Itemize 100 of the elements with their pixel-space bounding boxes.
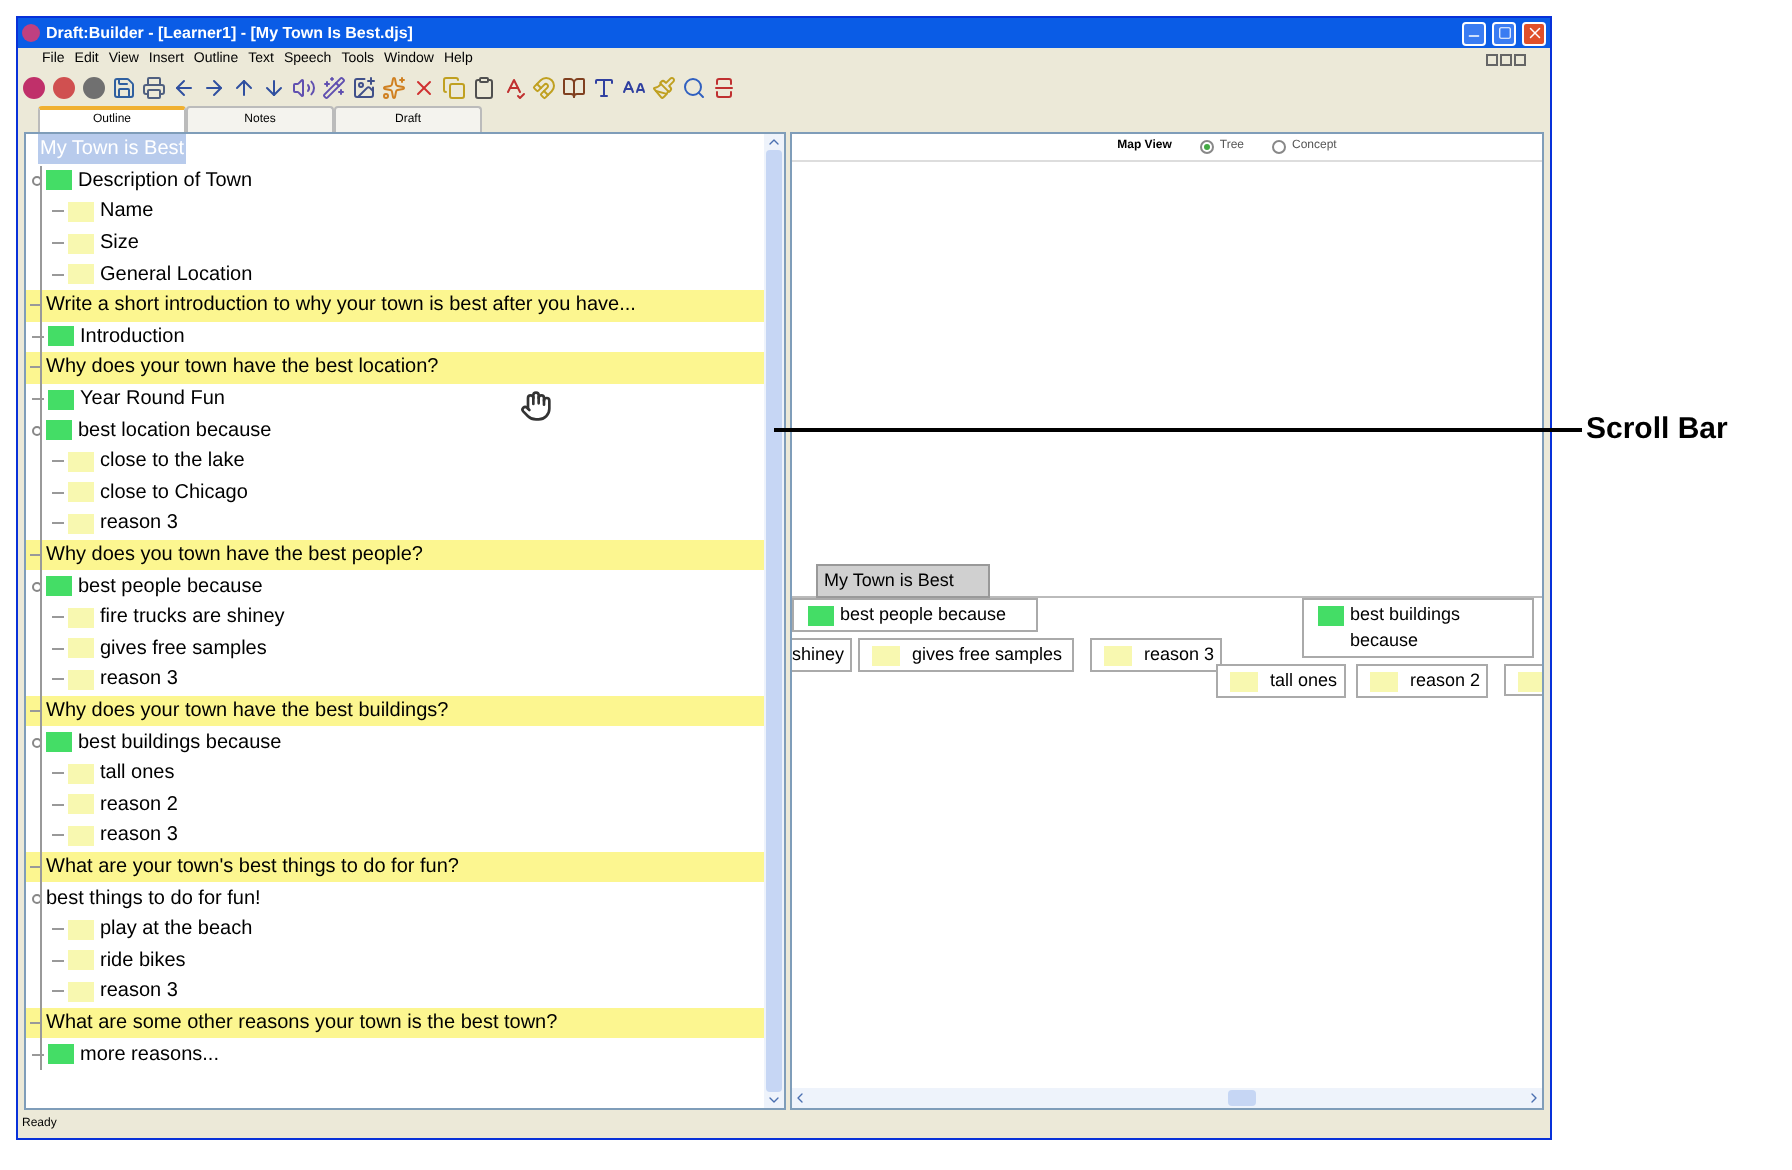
arrow-down-icon[interactable] [262,76,286,100]
vertical-scrollbar[interactable] [764,134,784,1108]
map-node[interactable]: shiney [792,638,853,672]
outline-item[interactable]: Year Round Fun [80,384,225,415]
arrow-up-icon[interactable] [232,76,256,100]
outline-item[interactable]: reason 3 [100,820,178,851]
map-node[interactable]: best people because [792,598,1038,632]
note-icon [68,264,94,285]
map-node[interactable]: reason 2 [1356,664,1489,698]
topic-icon [48,1044,74,1065]
note-icon [872,646,900,666]
minimize-button[interactable] [1462,21,1486,45]
note-icon [68,513,94,534]
outline-item[interactable]: Size [100,228,139,259]
map-node[interactable]: tall ones [1216,664,1346,698]
scroll-up-icon[interactable] [766,134,782,150]
topic-icon [46,170,72,191]
close-icon [1525,24,1543,42]
outline-item[interactable]: fire trucks are shiney [100,602,285,633]
outline-item[interactable]: reason 3 [100,976,178,1007]
outline-item[interactable]: more reasons... [80,1039,219,1070]
note-icon [68,950,94,971]
outline-item[interactable]: close to the lake [100,446,245,477]
topic-icon [46,732,72,753]
search-icon[interactable] [682,76,706,100]
close-button[interactable] [1522,21,1546,45]
outline-item[interactable]: reason 3 [100,664,178,695]
outline-item[interactable]: best things to do for fun! [46,883,261,914]
topic-icon [1318,606,1344,626]
note-icon [1370,672,1398,692]
note-icon [1518,672,1542,692]
scroll-right-icon[interactable] [1526,1090,1542,1106]
outline-item[interactable]: reason 2 [100,789,178,820]
printer-icon[interactable] [142,76,166,100]
outline-item[interactable]: close to Chicago [100,477,248,508]
circle-icon[interactable] [52,76,76,100]
spellcheck-icon[interactable] [502,76,526,100]
window-title: Draft:Builder - [Learner1] - [My Town Is Best.djs] [46,21,413,45]
speaker-icon[interactable] [292,76,316,100]
outline-item[interactable]: reason 3 [100,508,178,539]
collapse-toggle-icon[interactable] [32,175,42,186]
maximize-icon [1497,26,1511,40]
note-icon [68,607,94,628]
note-icon [68,919,94,940]
note-icon [68,794,94,815]
scroll-thumb[interactable] [1228,1090,1256,1106]
outline-item[interactable]: General Location [100,259,253,290]
collapse-toggle-icon[interactable] [32,581,42,592]
outline-item[interactable]: ride bikes [100,945,186,976]
scroll-thumb[interactable] [766,150,782,1092]
book-icon[interactable] [562,76,586,100]
app-icon [22,24,40,42]
circle-icon[interactable] [82,76,106,100]
note-icon [68,669,94,690]
outline-item[interactable]: Introduction [80,321,185,352]
note-icon [68,638,94,659]
outline-item[interactable]: gives free samples [100,633,267,664]
note-icon [68,233,94,254]
topic-icon [48,389,74,410]
topic-icon [46,420,72,441]
outline-item[interactable]: best people because [78,571,263,602]
wand-icon[interactable] [322,76,346,100]
collapse-toggle-icon[interactable] [32,425,42,436]
outline-item[interactable]: Name [100,196,154,227]
note-icon [68,451,94,472]
note-icon [1230,672,1258,692]
image-plus-icon[interactable] [352,76,376,100]
callout-label: Scroll Bar [1586,410,1728,450]
scroll-down-icon[interactable] [766,1092,782,1108]
circle-icon[interactable] [22,76,46,100]
note-icon [68,981,94,1002]
collapse-toggle-icon[interactable] [32,893,42,904]
note-icon [68,825,94,846]
letter-icon[interactable] [592,76,616,100]
outline-item[interactable]: best location because [78,415,272,446]
outline-item[interactable]: Description of Town [78,165,253,196]
horizontal-scrollbar[interactable] [792,1088,1542,1108]
topic-icon [48,326,74,347]
maximize-button[interactable] [1492,21,1516,45]
map-node[interactable]: reason 3 [1090,638,1223,672]
document-window-controls-icon[interactable] [1486,53,1526,65]
hand-cursor-icon [520,390,552,422]
arrow-left-icon[interactable] [172,76,196,100]
outline-item[interactable]: play at the beach [100,914,253,945]
arrow-right-icon[interactable] [202,76,226,100]
outline-item[interactable]: best buildings because [78,727,282,758]
outline-item[interactable]: tall ones [100,758,175,789]
topic-icon [808,606,834,626]
collapse-toggle-icon[interactable] [32,737,42,748]
map-node[interactable]: best buildings because [1302,598,1534,658]
save-icon[interactable] [112,76,136,100]
map-node[interactable]: My Town is Best [816,564,990,598]
note-icon [68,482,94,503]
map-node[interactable]: gives free samples [858,638,1074,672]
topic-icon [46,576,72,597]
scroll-left-icon[interactable] [792,1090,808,1106]
note-icon [1104,646,1132,666]
clipboard-icon[interactable] [472,76,496,100]
split-icon[interactable] [712,76,736,100]
cut-icon[interactable] [412,76,436,100]
